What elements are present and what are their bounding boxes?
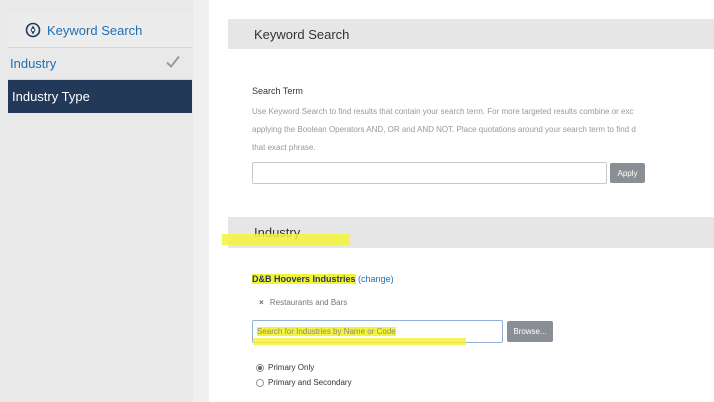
sidebar-item-industry-type[interactable]: Industry Type xyxy=(8,80,192,113)
radio-button[interactable] xyxy=(256,378,264,387)
search-term-label: Search Term xyxy=(252,86,303,96)
dnb-industries-label: D&B Hoovers Industries xyxy=(252,274,356,284)
radio-label: Primary Only xyxy=(268,363,315,372)
remove-icon[interactable]: × xyxy=(259,298,264,307)
sidebar-item-industry[interactable]: Industry xyxy=(8,47,192,80)
apply-button[interactable]: Apply xyxy=(610,163,645,183)
browse-button[interactable]: Browse... xyxy=(507,321,553,342)
radio-primary-only[interactable]: Primary Only xyxy=(256,363,314,372)
search-description: Use Keyword Search to find results that … xyxy=(252,103,714,157)
change-link[interactable]: (change) xyxy=(358,274,394,284)
highlight-mark xyxy=(253,338,466,345)
sidebar-item-label: Industry Type xyxy=(12,89,90,104)
radio-label: Primary and Secondary xyxy=(268,378,352,387)
search-term-input[interactable] xyxy=(252,162,607,184)
description-line: Use Keyword Search to find results that … xyxy=(252,107,634,116)
radio-primary-secondary[interactable]: Primary and Secondary xyxy=(256,378,352,387)
description-line: applying the Boolean Operators AND, OR a… xyxy=(252,125,636,134)
chip-label: Restaurants and Bars xyxy=(269,298,348,307)
section-title: Keyword Search xyxy=(254,26,350,42)
input-placeholder: Search for Industries by Name or Code xyxy=(257,327,396,336)
checkmark-icon xyxy=(164,53,182,71)
sidebar: Keyword Search Industry Industry Type xyxy=(0,0,193,402)
keyword-search-header: Keyword Search xyxy=(228,19,714,49)
sidebar-item-keyword-search[interactable]: Keyword Search xyxy=(8,13,192,47)
radio-button[interactable] xyxy=(256,363,264,372)
compass-icon xyxy=(25,22,41,38)
dnb-industries-row: D&B Hoovers Industries (change) xyxy=(252,274,394,284)
description-line: that exact phrase. xyxy=(252,143,316,152)
sidebar-item-label: Industry xyxy=(10,56,57,71)
sidebar-item-label: Keyword Search xyxy=(47,22,143,38)
highlight-mark xyxy=(222,234,350,245)
selected-industry-chip: × Restaurants and Bars xyxy=(259,298,347,307)
